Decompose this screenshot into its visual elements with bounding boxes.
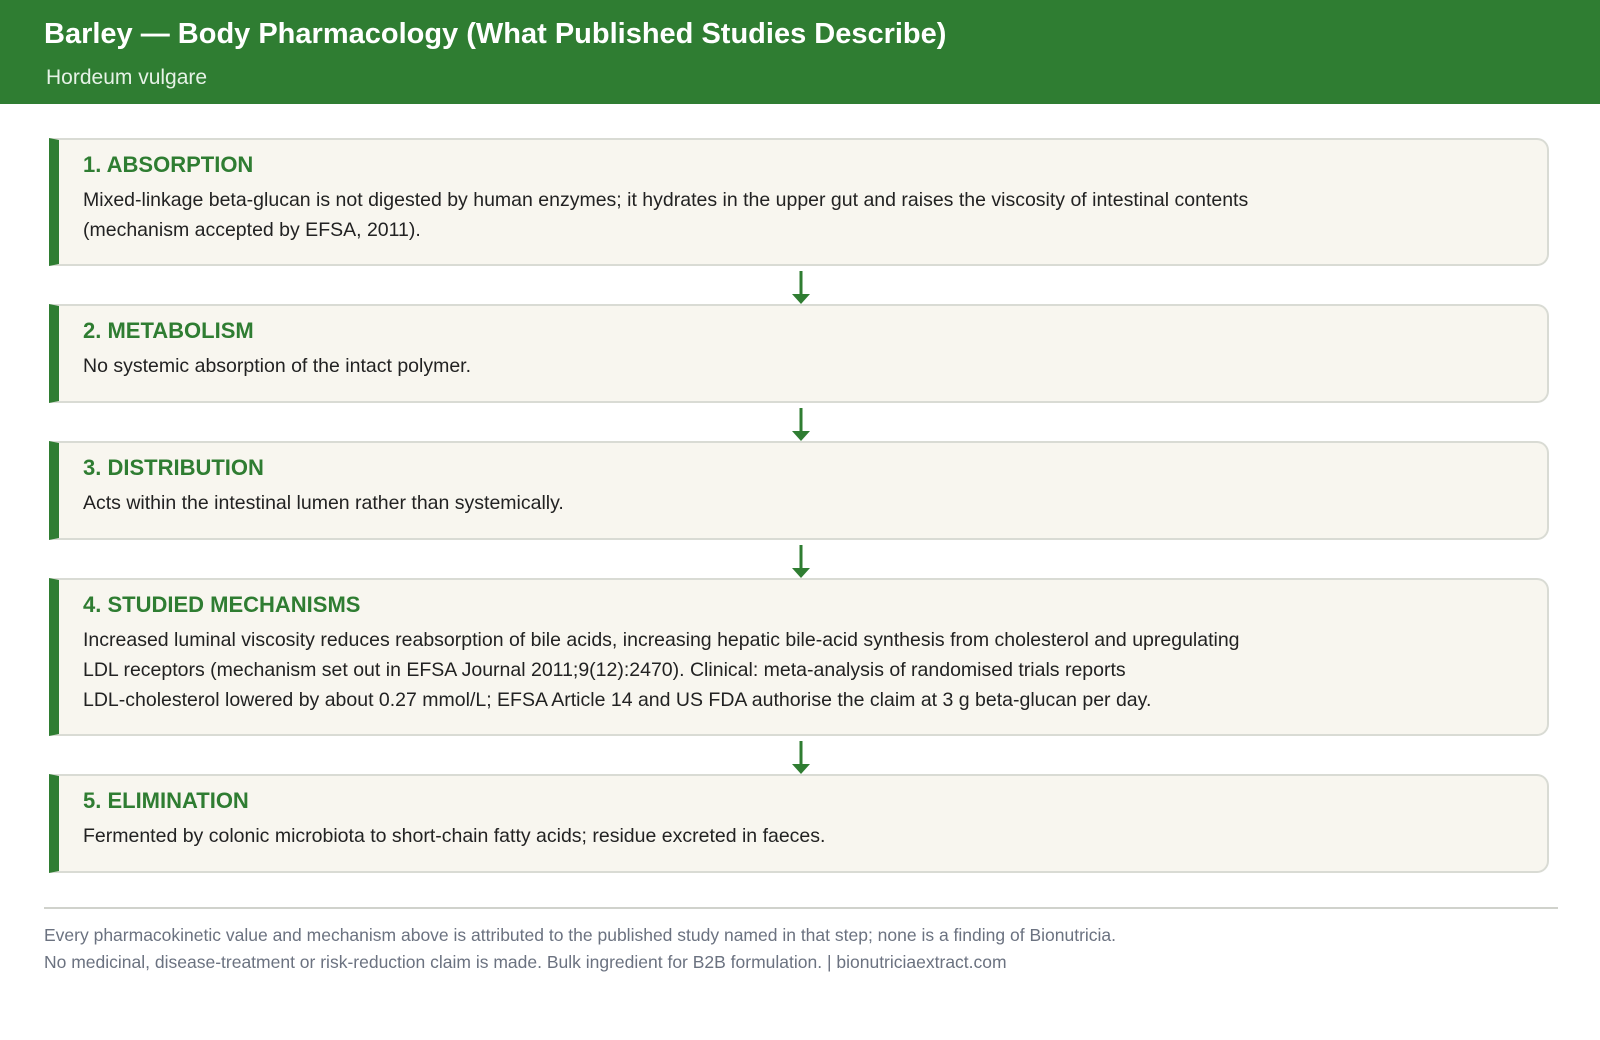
step-title: 1. ABSORPTION bbox=[83, 152, 254, 177]
step-title: 5. ELIMINATION bbox=[83, 788, 249, 813]
step-text-line: Acts within the intestinal lumen rather … bbox=[83, 492, 564, 514]
step-text-line: LDL receptors (mechanism set out in EFSA… bbox=[83, 659, 1126, 681]
footer-disclaimer: Every pharmacokinetic value and mechanis… bbox=[44, 925, 1117, 945]
step-text-line: Mixed-linkage beta-glucan is not digeste… bbox=[83, 189, 1249, 211]
arrow-down-icon bbox=[792, 271, 810, 304]
step-text-line: Fermented by colonic microbiota to short… bbox=[83, 825, 826, 847]
arrow-down-icon bbox=[792, 741, 810, 774]
step-title: 3. DISTRIBUTION bbox=[83, 455, 264, 480]
footer-claim-notice: No medicinal, disease-treatment or risk-… bbox=[44, 952, 1007, 972]
step-description: Acts within the intestinal lumen rather … bbox=[83, 488, 1523, 518]
step-description: Fermented by colonic microbiota to short… bbox=[83, 821, 1523, 851]
step-text-line: Increased luminal viscosity reduces reab… bbox=[83, 629, 1240, 651]
step-title: 2. METABOLISM bbox=[83, 318, 254, 343]
step-card-absorption: 1. ABSORPTION Mixed-linkage beta-glucan … bbox=[49, 138, 1549, 266]
page-subtitle: Hordeum vulgare bbox=[46, 66, 208, 89]
arrow-down-icon bbox=[792, 408, 810, 441]
step-description: Mixed-linkage beta-glucan is not digeste… bbox=[83, 185, 1523, 245]
step-description: No systemic absorption of the intact pol… bbox=[83, 351, 1523, 381]
step-card-distribution: 3. DISTRIBUTION Acts within the intestin… bbox=[49, 441, 1549, 540]
step-description: Increased luminal viscosity reduces reab… bbox=[83, 625, 1523, 715]
page-title: Barley — Body Pharmacology (What Publish… bbox=[44, 18, 947, 50]
footer-divider bbox=[44, 907, 1558, 909]
page-header: Barley — Body Pharmacology (What Publish… bbox=[0, 0, 1600, 104]
step-card-studied-mechanisms: 4. STUDIED MECHANISMS Increased luminal … bbox=[49, 578, 1549, 736]
step-card-metabolism: 2. METABOLISM No systemic absorption of … bbox=[49, 304, 1549, 403]
step-title: 4. STUDIED MECHANISMS bbox=[83, 592, 361, 617]
step-text-line: (mechanism accepted by EFSA, 2011). bbox=[83, 219, 421, 241]
arrow-down-icon bbox=[792, 545, 810, 578]
step-text-line: LDL-cholesterol lowered by about 0.27 mm… bbox=[83, 689, 1152, 711]
step-text-line: No systemic absorption of the intact pol… bbox=[83, 355, 472, 377]
step-card-elimination: 5. ELIMINATION Fermented by colonic micr… bbox=[49, 774, 1549, 873]
